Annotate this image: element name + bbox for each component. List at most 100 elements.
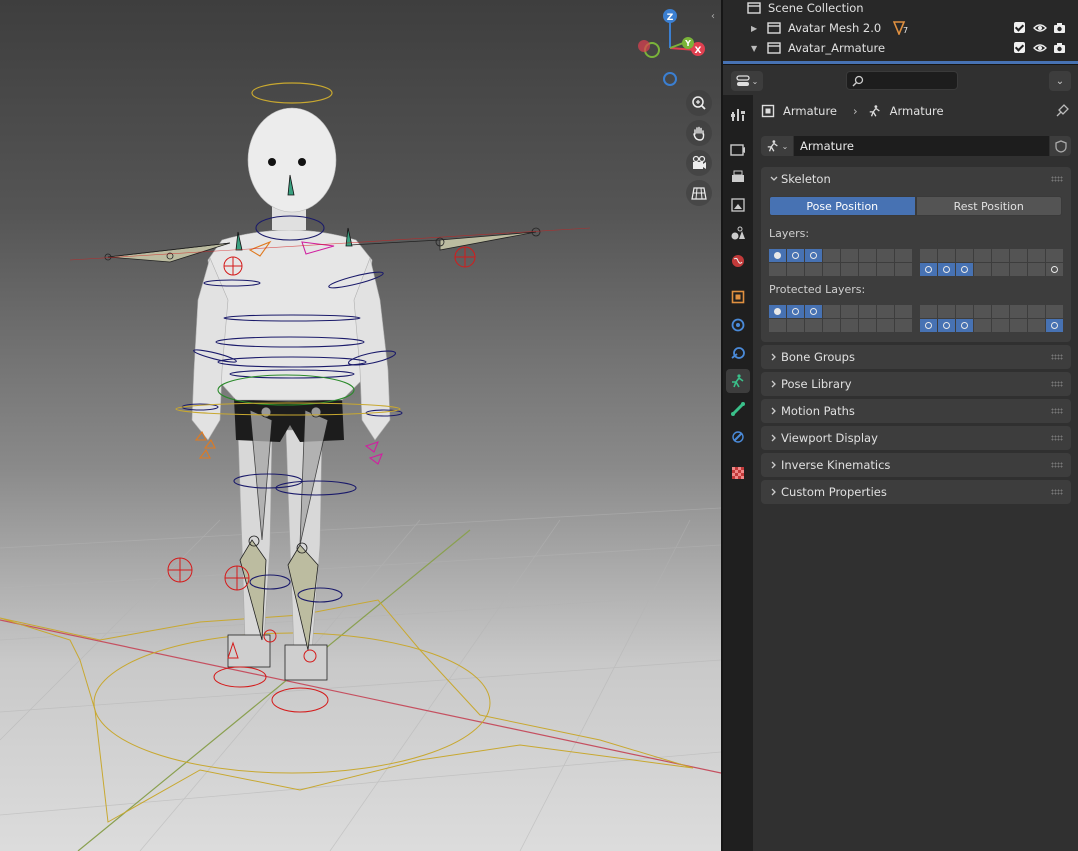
layer-toggle[interactable] bbox=[920, 305, 937, 318]
layer-toggle[interactable] bbox=[956, 319, 973, 332]
pin-icon[interactable] bbox=[1056, 103, 1070, 117]
layer-toggle[interactable] bbox=[992, 305, 1009, 318]
pose-position-button[interactable]: Pose Position bbox=[769, 196, 916, 216]
layer-toggle[interactable] bbox=[938, 305, 955, 318]
layer-toggle[interactable] bbox=[787, 249, 804, 262]
layer-toggle[interactable] bbox=[823, 263, 840, 276]
texture-icon[interactable] bbox=[726, 461, 750, 485]
layer-toggle[interactable] bbox=[769, 249, 786, 262]
render-camera-icon[interactable] bbox=[1053, 42, 1066, 54]
layer-toggle[interactable] bbox=[956, 305, 973, 318]
layer-toggle[interactable] bbox=[823, 249, 840, 262]
eye-icon[interactable] bbox=[1033, 23, 1047, 33]
hand-pan-icon[interactable] bbox=[686, 120, 712, 146]
motion-paths-panel[interactable]: Motion Paths bbox=[761, 399, 1071, 423]
layer-toggle[interactable] bbox=[1010, 305, 1027, 318]
options-menu-button[interactable]: ⌄ bbox=[1049, 71, 1071, 91]
bone-icon[interactable] bbox=[726, 397, 750, 421]
rest-position-button[interactable]: Rest Position bbox=[915, 196, 1062, 216]
layer-toggle[interactable] bbox=[938, 319, 955, 332]
zoom-icon[interactable] bbox=[686, 90, 712, 116]
layer-toggle[interactable] bbox=[956, 263, 973, 276]
layer-toggle[interactable] bbox=[1028, 263, 1045, 276]
layer-toggle[interactable] bbox=[859, 305, 876, 318]
layer-toggle[interactable] bbox=[859, 249, 876, 262]
search-input[interactable] bbox=[846, 71, 958, 90]
layer-toggle[interactable] bbox=[787, 305, 804, 318]
protected-layers-grid-left[interactable] bbox=[769, 305, 912, 332]
layer-toggle[interactable] bbox=[877, 263, 894, 276]
browse-datablock-button[interactable]: ⌄ bbox=[761, 136, 793, 156]
tool-icon[interactable] bbox=[726, 103, 750, 127]
layer-toggle[interactable] bbox=[1046, 319, 1063, 332]
exclude-checkbox[interactable] bbox=[1014, 22, 1025, 33]
layer-toggle[interactable] bbox=[992, 319, 1009, 332]
drag-handle-icon[interactable] bbox=[1051, 435, 1063, 441]
navigation-gizmo[interactable]: Z Y X bbox=[638, 9, 705, 86]
layer-toggle[interactable] bbox=[1028, 319, 1045, 332]
layer-toggle[interactable] bbox=[992, 263, 1009, 276]
layer-toggle[interactable] bbox=[1028, 305, 1045, 318]
editor-type-selector[interactable]: ⌄ bbox=[731, 71, 763, 91]
drag-handle-icon[interactable] bbox=[1051, 489, 1063, 495]
outliner[interactable]: Scene Collection ▶ Avatar Mesh 2.0 7 ▼ A… bbox=[723, 0, 1078, 64]
outliner-row-avatar-mesh[interactable]: ▶ Avatar Mesh 2.0 7 bbox=[723, 18, 1078, 38]
layer-toggle[interactable] bbox=[823, 305, 840, 318]
viewport-display-panel[interactable]: Viewport Display bbox=[761, 426, 1071, 450]
layer-toggle[interactable] bbox=[1010, 249, 1027, 262]
sidebar-toggle-icon[interactable]: ‹ bbox=[711, 11, 721, 27]
skeleton-panel-header[interactable]: Skeleton bbox=[761, 167, 1071, 191]
inverse-kinematics-panel[interactable]: Inverse Kinematics bbox=[761, 453, 1071, 477]
layer-toggle[interactable] bbox=[895, 305, 912, 318]
layer-toggle[interactable] bbox=[841, 249, 858, 262]
layer-toggle[interactable] bbox=[1046, 263, 1063, 276]
collapse-arrow-icon[interactable]: ▼ bbox=[751, 44, 757, 53]
drag-handle-icon[interactable] bbox=[1051, 408, 1063, 414]
layer-toggle[interactable] bbox=[769, 305, 786, 318]
exclude-checkbox[interactable] bbox=[1014, 42, 1025, 53]
layer-toggle[interactable] bbox=[895, 263, 912, 276]
layer-toggle[interactable] bbox=[974, 249, 991, 262]
outliner-row-avatar-armature[interactable]: ▼ Avatar_Armature bbox=[723, 38, 1078, 58]
layer-toggle[interactable] bbox=[920, 263, 937, 276]
scene-icon[interactable] bbox=[726, 221, 750, 245]
render-icon[interactable] bbox=[726, 137, 750, 161]
bone-constraints-icon[interactable] bbox=[726, 425, 750, 449]
layer-toggle[interactable] bbox=[895, 249, 912, 262]
layer-toggle[interactable] bbox=[877, 249, 894, 262]
layer-toggle[interactable] bbox=[805, 249, 822, 262]
object-icon[interactable] bbox=[726, 285, 750, 309]
protected-layers-grid-right[interactable] bbox=[920, 305, 1063, 332]
layer-toggle[interactable] bbox=[895, 319, 912, 332]
datablock-name-field[interactable]: Armature bbox=[794, 136, 1049, 156]
layer-toggle[interactable] bbox=[787, 263, 804, 276]
viewport-scene[interactable]: Z Y X bbox=[0, 0, 721, 851]
armature-data-icon[interactable] bbox=[726, 369, 750, 393]
drag-handle-icon[interactable] bbox=[1051, 176, 1063, 182]
outliner-row-scene-collection[interactable]: Scene Collection bbox=[723, 0, 1078, 18]
layer-toggle[interactable] bbox=[956, 249, 973, 262]
layer-toggle[interactable] bbox=[805, 263, 822, 276]
layer-toggle[interactable] bbox=[938, 263, 955, 276]
layer-toggle[interactable] bbox=[877, 305, 894, 318]
view-layer-icon[interactable] bbox=[726, 193, 750, 217]
pose-library-panel[interactable]: Pose Library bbox=[761, 372, 1071, 396]
layer-toggle[interactable] bbox=[938, 249, 955, 262]
layer-toggle[interactable] bbox=[841, 263, 858, 276]
camera-icon[interactable] bbox=[686, 150, 712, 176]
head-control-halo[interactable] bbox=[251, 82, 333, 104]
custom-properties-panel[interactable]: Custom Properties bbox=[761, 480, 1071, 504]
layer-toggle[interactable] bbox=[1010, 319, 1027, 332]
layer-toggle[interactable] bbox=[823, 319, 840, 332]
layer-toggle[interactable] bbox=[974, 305, 991, 318]
layer-toggle[interactable] bbox=[805, 319, 822, 332]
layer-toggle[interactable] bbox=[841, 319, 858, 332]
output-icon[interactable] bbox=[726, 165, 750, 189]
eye-icon[interactable] bbox=[1033, 43, 1047, 53]
layer-toggle[interactable] bbox=[974, 319, 991, 332]
render-camera-icon[interactable] bbox=[1053, 22, 1066, 34]
layer-toggle[interactable] bbox=[1046, 305, 1063, 318]
layer-toggle[interactable] bbox=[859, 319, 876, 332]
drag-handle-icon[interactable] bbox=[1051, 381, 1063, 387]
layer-toggle[interactable] bbox=[974, 263, 991, 276]
